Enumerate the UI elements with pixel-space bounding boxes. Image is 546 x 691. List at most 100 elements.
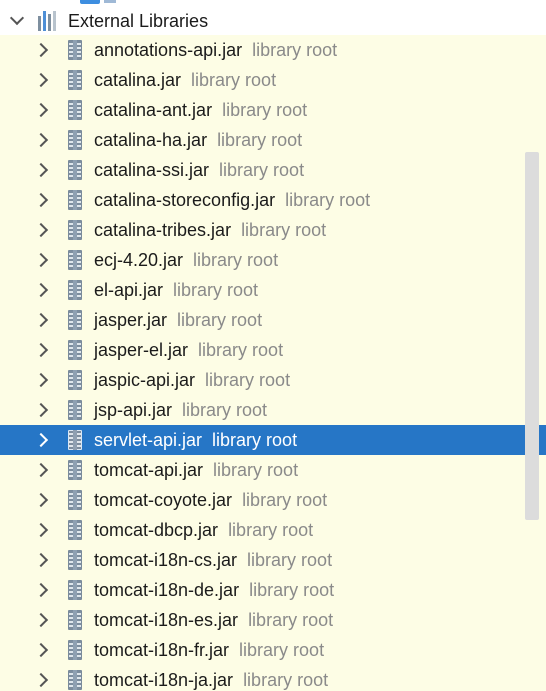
library-root-label: library root xyxy=(219,159,305,180)
chevron-right-icon[interactable] xyxy=(33,402,49,418)
library-name: tomcat-dbcp.jar xyxy=(94,519,219,540)
library-row[interactable]: catalina-tribes.jar library root xyxy=(0,215,546,245)
library-root-label: library root xyxy=(248,609,334,630)
library-row[interactable]: catalina-ant.jar library root xyxy=(0,95,546,125)
library-row[interactable]: tomcat-i18n-es.jar library root xyxy=(0,605,546,635)
library-root-label: library root xyxy=(239,639,325,660)
jar-icon xyxy=(68,670,82,690)
library-row[interactable]: tomcat-i18n-de.jar library root xyxy=(0,575,546,605)
chevron-right-icon[interactable] xyxy=(33,342,49,358)
jar-icon xyxy=(68,160,82,180)
jar-icon xyxy=(68,40,82,60)
library-name: catalina.jar xyxy=(94,69,182,90)
library-row[interactable]: jaspic-api.jar library root xyxy=(0,365,546,395)
library-name: tomcat-i18n-fr.jar xyxy=(94,639,230,660)
jar-icon xyxy=(68,130,82,150)
chevron-right-icon[interactable] xyxy=(33,102,49,118)
jar-icon xyxy=(68,220,82,240)
chevron-right-icon[interactable] xyxy=(33,72,49,88)
external-libraries-label: External Libraries xyxy=(68,10,209,31)
jar-icon xyxy=(68,520,82,540)
jar-icon xyxy=(68,430,82,450)
library-root-label: library root xyxy=(249,579,335,600)
chevron-right-icon[interactable] xyxy=(33,672,49,688)
library-row[interactable]: catalina-storeconfig.jar library root xyxy=(0,185,546,215)
library-row[interactable]: tomcat-i18n-fr.jar library root xyxy=(0,635,546,665)
library-row[interactable]: tomcat-i18n-ja.jar library root xyxy=(0,665,546,691)
library-name: catalina-ant.jar xyxy=(94,99,213,120)
jar-icon xyxy=(68,640,82,660)
chevron-right-icon[interactable] xyxy=(33,162,49,178)
library-root-label: library root xyxy=(198,339,284,360)
library-row[interactable]: tomcat-dbcp.jar library root xyxy=(0,515,546,545)
library-row[interactable]: catalina.jar library root xyxy=(0,65,546,95)
project-tree: External Libraries annotations-api.jar li… xyxy=(0,0,546,691)
library-name: el-api.jar xyxy=(94,279,164,300)
library-name: tomcat-i18n-es.jar xyxy=(94,609,239,630)
library-name: catalina-tribes.jar xyxy=(94,219,232,240)
chevron-down-icon[interactable] xyxy=(9,10,25,26)
library-root-label: library root xyxy=(285,189,371,210)
library-name: servlet-api.jar xyxy=(94,429,203,450)
chevron-right-icon[interactable] xyxy=(33,192,49,208)
jar-icon xyxy=(68,400,82,420)
jar-icon xyxy=(68,100,82,120)
library-row[interactable]: jasper-el.jar library root xyxy=(0,335,546,365)
library-name: jaspic-api.jar xyxy=(94,369,196,390)
library-root-label: library root xyxy=(213,459,299,480)
library-row[interactable]: el-api.jar library root xyxy=(0,275,546,305)
library-row[interactable]: jasper.jar library root xyxy=(0,305,546,335)
library-root-label: library root xyxy=(191,69,277,90)
library-name: jasper.jar xyxy=(94,309,168,330)
jar-icon xyxy=(68,610,82,630)
jar-icon xyxy=(68,280,82,300)
library-row[interactable]: servlet-api.jar library root xyxy=(0,425,546,455)
chevron-right-icon[interactable] xyxy=(33,42,49,58)
chevron-right-icon[interactable] xyxy=(33,432,49,448)
library-name: catalina-storeconfig.jar xyxy=(94,189,276,210)
library-row[interactable]: catalina-ssi.jar library root xyxy=(0,155,546,185)
library-row[interactable]: annotations-api.jar library root xyxy=(0,35,546,65)
jar-icon xyxy=(68,310,82,330)
library-row[interactable]: jsp-api.jar library root xyxy=(0,395,546,425)
chevron-right-icon[interactable] xyxy=(33,642,49,658)
chevron-right-icon[interactable] xyxy=(33,552,49,568)
library-row[interactable]: tomcat-api.jar library root xyxy=(0,455,546,485)
chevron-right-icon[interactable] xyxy=(33,252,49,268)
library-row[interactable]: tomcat-i18n-cs.jar library root xyxy=(0,545,546,575)
scrollbar-thumb[interactable] xyxy=(525,152,539,520)
external-libraries-node[interactable]: External Libraries xyxy=(0,6,546,36)
library-name: tomcat-coyote.jar xyxy=(94,489,233,510)
chevron-right-icon[interactable] xyxy=(33,372,49,388)
library-icon xyxy=(38,11,60,31)
library-root-label: library root xyxy=(177,309,263,330)
chevron-right-icon[interactable] xyxy=(33,132,49,148)
partial-row-above-2 xyxy=(104,0,116,3)
jar-icon xyxy=(68,490,82,510)
library-root-label: library root xyxy=(228,519,314,540)
jar-icon xyxy=(68,580,82,600)
chevron-right-icon[interactable] xyxy=(33,612,49,628)
library-root-label: library root xyxy=(243,669,329,690)
chevron-right-icon[interactable] xyxy=(33,492,49,508)
chevron-right-icon[interactable] xyxy=(33,462,49,478)
library-root-label: library root xyxy=(252,39,338,60)
library-name: tomcat-i18n-de.jar xyxy=(94,579,240,600)
library-root-label: library root xyxy=(217,129,303,150)
chevron-right-icon[interactable] xyxy=(33,312,49,328)
library-root-label: library root xyxy=(222,99,308,120)
chevron-right-icon[interactable] xyxy=(33,522,49,538)
library-root-label: library root xyxy=(212,429,298,450)
library-row[interactable]: catalina-ha.jar library root xyxy=(0,125,546,155)
library-root-label: library root xyxy=(182,399,268,420)
chevron-right-icon[interactable] xyxy=(33,222,49,238)
chevron-right-icon[interactable] xyxy=(33,582,49,598)
library-row[interactable]: tomcat-coyote.jar library root xyxy=(0,485,546,515)
jar-icon xyxy=(68,340,82,360)
library-root-label: library root xyxy=(173,279,259,300)
library-root-label: library root xyxy=(193,249,279,270)
library-row[interactable]: ecj-4.20.jar library root xyxy=(0,245,546,275)
jar-icon xyxy=(68,550,82,570)
library-root-label: library root xyxy=(205,369,291,390)
chevron-right-icon[interactable] xyxy=(33,282,49,298)
